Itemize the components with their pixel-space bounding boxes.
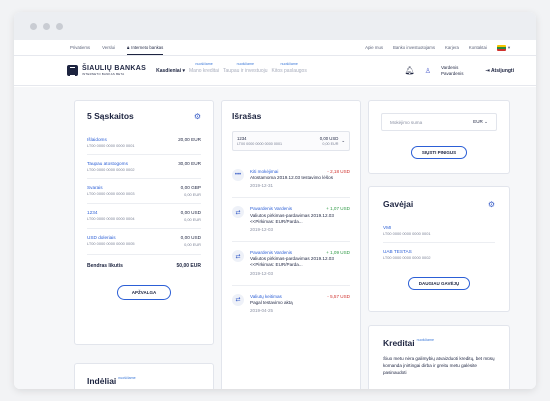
topnav-link-investuotojams[interactable]: Banko investuotojams — [393, 45, 435, 50]
send-money-button[interactable]: SIŲSTI PINIGUS — [410, 146, 468, 159]
logo-subtitle: INTERNETO BANKAS BETA — [82, 72, 125, 76]
account-row[interactable]: Taupau atostogoms LT00 0000 0000 0000 000… — [87, 155, 201, 179]
main-menu: Kasdieniai ▾ nuoščiame Mano kreditai nuo… — [156, 62, 307, 74]
account-row[interactable]: USD doleriais LT00 0000 0000 0000 0005 0,… — [87, 229, 201, 255]
dashboard-content: 5 Sąskaitos ⚙ Išlaidoms LT00 0000 0000 00… — [14, 87, 536, 389]
soon-badge: nuoščiame — [280, 61, 298, 66]
transaction-item[interactable]: ⇄ Valiutų keitimas - 5,57 USD Pagal testa… — [232, 286, 350, 322]
language-selector[interactable]: ▾ — [496, 44, 510, 51]
logo-icon — [67, 65, 78, 76]
soon-badge: nuoščiame — [416, 338, 435, 342]
gear-icon[interactable]: ⚙ — [488, 200, 495, 209]
payment-card: Mokėjimo suma EUR ⌄ SIŲSTI PINIGUS — [368, 100, 510, 174]
chevron-down-icon: ▾ — [507, 44, 510, 50]
bell-icon[interactable]: 🔔︎ — [405, 66, 415, 75]
gear-icon[interactable]: ⚙ — [194, 112, 201, 121]
topnav-link-apie-mus[interactable]: Apie mus — [365, 45, 383, 50]
account-row[interactable]: 1234 LT00 0000 0000 0000 0004 0,00 USD 0,0… — [87, 204, 201, 230]
overview-button[interactable]: APŽVALGA — [116, 284, 172, 300]
soon-badge: nuoščiame — [236, 61, 254, 66]
exchange-icon: ⇄ — [232, 293, 244, 306]
account-row[interactable]: Svarais LT00 0000 0000 0000 0003 0,00 GBP… — [87, 179, 201, 205]
lock-icon: 🔒︎ — [126, 44, 130, 50]
statement-title: Išrašas — [232, 111, 262, 121]
statement-card: Išrašas 1234 LT00 0000 0000 0000 0001 0,… — [221, 100, 361, 389]
main-navigation: ŠIAULIŲ BANKAS INTERNETO BANKAS BETA Kas… — [14, 56, 536, 86]
user-name[interactable]: Vardenis Pavardenis — [441, 65, 464, 77]
accounts-card: 5 Sąskaitos ⚙ Išlaidoms LT00 0000 0000 00… — [74, 100, 214, 345]
credits-text: Šiuo metu nėra galimybių atvaizduoti kre… — [383, 356, 495, 375]
topnav-link-verslui[interactable]: Verslui — [102, 40, 115, 55]
soon-badge: nuoščiame — [195, 61, 213, 66]
currency-select[interactable]: EUR — [473, 119, 483, 124]
chevron-down-icon: ⌄ — [341, 138, 345, 143]
more-payees-button[interactable]: DAUGIAU GAVĖJŲ — [407, 277, 471, 290]
credits-title: Kreditai — [383, 338, 415, 348]
menu-item-taupau-ir-investuoju[interactable]: nuoščiame Taupau ir investuoju — [223, 62, 267, 74]
account-row[interactable]: Išlaidoms LT00 0000 0000 0000 0001 20,00 … — [87, 131, 201, 155]
user-icon[interactable]: ♙ — [425, 67, 431, 75]
deposits-card: Indėliai nuoščiame — [74, 363, 214, 389]
top-navigation: Privatiems Verslui 🔒︎ Interneto bankas A… — [14, 40, 536, 56]
window-dot[interactable] — [30, 22, 37, 30]
transaction-item[interactable]: ⇄ Pavardenis Vardenis + 1,09 USD Valiutos… — [232, 242, 350, 286]
flag-icon — [496, 44, 506, 51]
payee-row[interactable]: UAB TESTAS LT00 0000 0000 0000 0002 — [383, 243, 495, 266]
browser-chrome — [14, 12, 536, 40]
exchange-icon: ⇄ — [232, 206, 244, 219]
total-value: 50,00 EUR — [176, 262, 201, 269]
payee-row[interactable]: VMI LT00 0000 0000 0000 0001 — [383, 219, 495, 243]
window-dot[interactable] — [43, 22, 50, 30]
total-label: Bendras likutis — [87, 262, 123, 269]
transaction-item[interactable]: ⇄ Pavardenis Vardenis + 1,07 USD Valiutos… — [232, 198, 350, 243]
chevron-down-icon: ▾ — [182, 67, 186, 74]
more-icon: ••• — [232, 169, 244, 181]
payees-card: Gavėjai ⚙ VMI LT00 0000 0000 0000 0001 UA… — [368, 186, 510, 312]
accounts-title: 5 Sąskaitos — [87, 111, 134, 121]
topnav-link-interneto-bankas[interactable]: 🔒︎ Interneto bankas — [126, 40, 164, 55]
payees-title: Gavėjai — [383, 199, 414, 209]
deposits-title: Indėliai — [87, 376, 117, 386]
logout-icon: ⇥ — [485, 67, 490, 74]
browser-window: Privatiems Verslui 🔒︎ Interneto bankas A… — [14, 12, 536, 389]
menu-item-mano-kreditai[interactable]: nuoščiame Mano kreditai — [189, 62, 219, 74]
bank-logo[interactable]: ŠIAULIŲ BANKAS INTERNETO BANKAS BETA — [67, 65, 146, 76]
soon-badge: nuoščiame — [118, 376, 136, 380]
exchange-icon: ⇄ — [232, 250, 244, 263]
accounts-total: Bendras likutis 50,00 EUR — [87, 255, 201, 269]
menu-item-kitos-paslaugos[interactable]: nuoščiame Kitos paslaugos — [272, 62, 307, 74]
topnav-link-kontaktai[interactable]: Kontaktai — [469, 45, 487, 50]
account-select[interactable]: 1234 LT00 0000 0000 0000 0001 0,00 USD 0… — [232, 131, 350, 151]
topnav-link-karjera[interactable]: Karjera — [445, 45, 459, 50]
logout-button[interactable]: ⇥ Atsijungti — [486, 68, 514, 74]
menu-item-kasdieniai[interactable]: Kasdieniai ▾ — [156, 68, 185, 74]
credits-card: Kreditai nuoščiame Šiuo metu nėra galimyb… — [368, 325, 510, 389]
chevron-down-icon: ⌄ — [484, 119, 488, 124]
topnav-link-privatiems[interactable]: Privatiems — [70, 40, 90, 55]
window-dot[interactable] — [56, 22, 63, 30]
transaction-item[interactable]: ••• Kiti mokėjimai - 2,18 USD Atostamoma … — [232, 161, 350, 199]
logo-name: ŠIAULIŲ BANKAS — [82, 65, 147, 72]
payment-amount-input[interactable]: Mokėjimo suma EUR ⌄ — [381, 113, 497, 131]
